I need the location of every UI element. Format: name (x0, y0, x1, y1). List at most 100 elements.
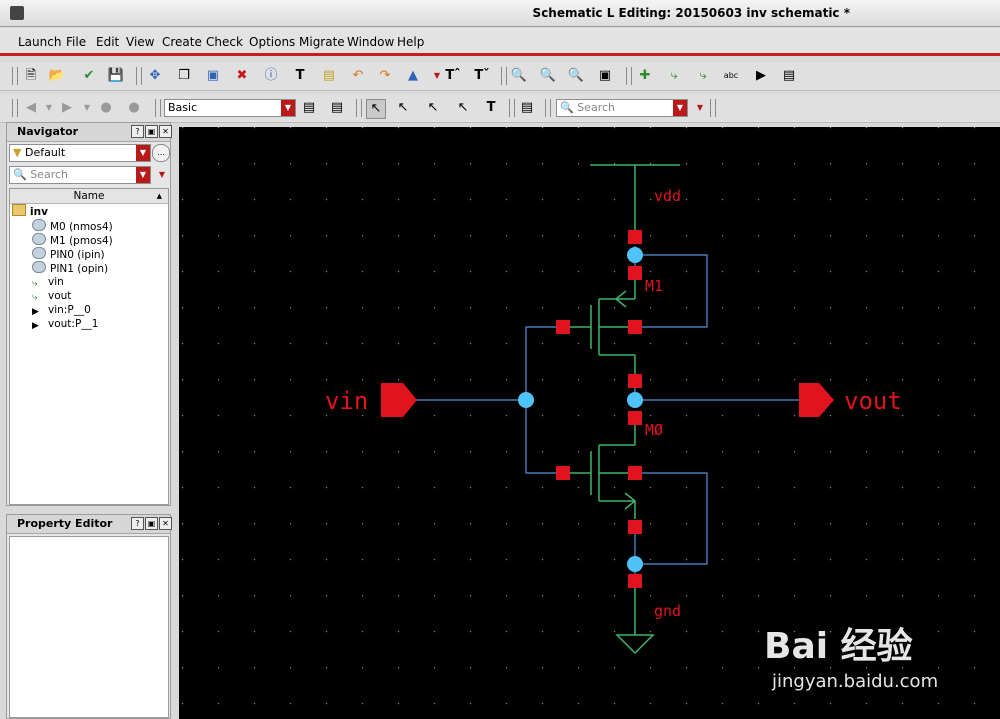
navigator-filter[interactable]: ▼ Default ▼ (9, 144, 151, 162)
tree-root[interactable]: inv (12, 204, 48, 218)
chevron-down-icon[interactable]: ▼ (136, 167, 150, 183)
menu-edit[interactable]: Edit (96, 35, 119, 49)
terminal-icon: ▶ (32, 307, 39, 317)
dropdown-arrow-icon[interactable]: ▼ (153, 166, 171, 184)
tree-item[interactable]: ⤷ vin (32, 275, 64, 289)
chevron-down-icon[interactable]: ▼ (281, 100, 295, 116)
dropdown-arrow-icon[interactable]: ▼ (40, 99, 58, 117)
float-icon[interactable]: ▣ (145, 517, 158, 530)
tree-root-label: inv (30, 206, 48, 218)
pin-instance-icon (32, 261, 46, 273)
add-note-icon[interactable]: ▤ (780, 67, 798, 85)
zoom-area-icon[interactable]: ▣ (596, 67, 614, 85)
net-icon: ⤷ (32, 278, 38, 289)
help-icon[interactable]: ? (131, 125, 144, 138)
workspace-save-icon[interactable]: ▤ (300, 99, 318, 117)
tree-item[interactable]: M1 (pmos4) (32, 233, 113, 247)
vdd-label: vdd (654, 187, 681, 205)
pin-instance-icon (32, 247, 46, 259)
select-icon[interactable]: ↖ (366, 99, 386, 119)
back-icon[interactable]: ◀ (22, 99, 40, 117)
navigator-filter-value: Default (24, 146, 66, 159)
text-edit-icon[interactable]: T (291, 67, 309, 85)
forward-icon[interactable]: ▶ (58, 99, 76, 117)
chevron-down-icon[interactable]: ▼ (136, 145, 150, 161)
toolbar-grip (509, 99, 515, 117)
tree-item[interactable]: ⤷ vout (32, 289, 71, 303)
name-column-label: Name (73, 190, 105, 202)
search-combo[interactable]: 🔍 Search ▼ (556, 99, 688, 117)
menu-migrate[interactable]: Migrate (299, 35, 345, 49)
menu-check[interactable]: Check (206, 35, 243, 49)
select-area-icon[interactable]: ↖ (394, 99, 412, 117)
menu-bar: Launch File Edit View Create Check Optio… (0, 28, 1000, 56)
stretch-icon[interactable]: ▣ (204, 67, 222, 85)
up-icon[interactable]: ● (97, 99, 115, 117)
ascend-icon[interactable]: Tˆ (444, 67, 462, 85)
chevron-down-icon[interactable]: ▼ (673, 100, 687, 116)
instance-icon (32, 233, 46, 245)
toolbar-grip (12, 67, 18, 85)
navigator-search[interactable]: 🔍 Search ▼ (9, 166, 151, 184)
menu-options[interactable]: Options (249, 35, 295, 49)
menu-create[interactable]: Create (162, 35, 202, 49)
menu-launch[interactable]: Launch (18, 35, 61, 49)
schematic-drawing[interactable]: vdd M1 MØ gnd vin vout (179, 127, 1000, 719)
redo-icon[interactable]: ↷ (376, 67, 394, 85)
find-icon[interactable]: ▤ (518, 99, 536, 117)
info-icon[interactable]: ⓘ (262, 67, 280, 85)
copy-icon[interactable]: ❐ (175, 67, 193, 85)
new-icon[interactable]: 🗎 (22, 67, 40, 85)
zoom-in-icon[interactable]: 🔍 (567, 67, 585, 85)
undo-icon[interactable]: ↶ (349, 67, 367, 85)
name-column-header[interactable]: Name ▲ (10, 189, 168, 204)
instance-icon (32, 219, 46, 231)
move-icon[interactable]: ✥ (146, 67, 164, 85)
tree-item[interactable]: PIN0 (ipin) (32, 247, 105, 261)
tree-item[interactable]: ▶ vout:P__1 (32, 317, 98, 331)
save-icon[interactable]: 💾 (107, 67, 125, 85)
m1-label: M1 (645, 277, 663, 295)
top-icon[interactable]: ● (125, 99, 143, 117)
workspace-combo-value: Basic (168, 101, 198, 114)
help-icon[interactable]: ? (131, 517, 144, 530)
navigator-header: Navigator ? ▣ ✕ (7, 123, 172, 142)
open-icon[interactable]: 📂 (48, 67, 66, 85)
menu-view[interactable]: View (126, 35, 154, 49)
check-save-icon[interactable]: ✔ (80, 67, 98, 85)
dropdown-arrow-icon[interactable]: ▼ (78, 99, 96, 117)
close-icon[interactable]: ✕ (159, 125, 172, 138)
descend-icon[interactable]: ▲ (404, 67, 422, 85)
tree-item[interactable]: PIN1 (opin) (32, 261, 108, 275)
add-instance-icon[interactable]: ✚ (636, 67, 654, 85)
navigator-title: Navigator (17, 125, 79, 138)
add-wire-icon[interactable]: ⤷ (665, 67, 683, 85)
navigator-tree: Name ▲ inv M0 (nmos4) M1 (pmos4) PIN0 (i… (9, 188, 169, 505)
tree-item[interactable]: ▶ vin:P__0 (32, 303, 91, 317)
zoom-out-icon[interactable]: 🔍 (539, 67, 557, 85)
select-point-icon[interactable]: ↖ (424, 99, 442, 117)
select-text-icon[interactable]: T (482, 99, 500, 117)
select-object-icon[interactable]: ↖ (454, 99, 472, 117)
float-icon[interactable]: ▣ (145, 125, 158, 138)
tree-item[interactable]: M0 (nmos4) (32, 219, 113, 233)
add-wide-wire-icon[interactable]: ⤷ (694, 67, 712, 85)
schematic-canvas[interactable]: vdd M1 MØ gnd vin vout Bai 经验 jingyan.ba… (179, 127, 1000, 719)
menu-help[interactable]: Help (397, 35, 424, 49)
menu-file[interactable]: File (66, 35, 86, 49)
toolbar-grip (710, 99, 716, 117)
add-label-icon[interactable]: abc (722, 67, 740, 85)
title-bar: Schematic L Editing: 20150603 inv schema… (0, 0, 1000, 27)
menu-window[interactable]: Window (347, 35, 394, 49)
delete-icon[interactable]: ✖ (233, 67, 251, 85)
close-icon[interactable]: ✕ (159, 517, 172, 530)
property-editor-header: Property Editor ? ▣ ✕ (7, 515, 172, 534)
add-pin-icon[interactable]: ▶ (752, 67, 770, 85)
workspace-combo[interactable]: Basic ▼ (164, 99, 296, 117)
more-icon[interactable]: ... (152, 144, 170, 162)
zoom-fit-icon[interactable]: 🔍 (510, 67, 528, 85)
return-icon[interactable]: Tˇ (473, 67, 491, 85)
dropdown-arrow-icon[interactable]: ▼ (691, 99, 709, 117)
workspace-delete-icon[interactable]: ▤ (328, 99, 346, 117)
property-icon[interactable]: ▤ (320, 67, 338, 85)
